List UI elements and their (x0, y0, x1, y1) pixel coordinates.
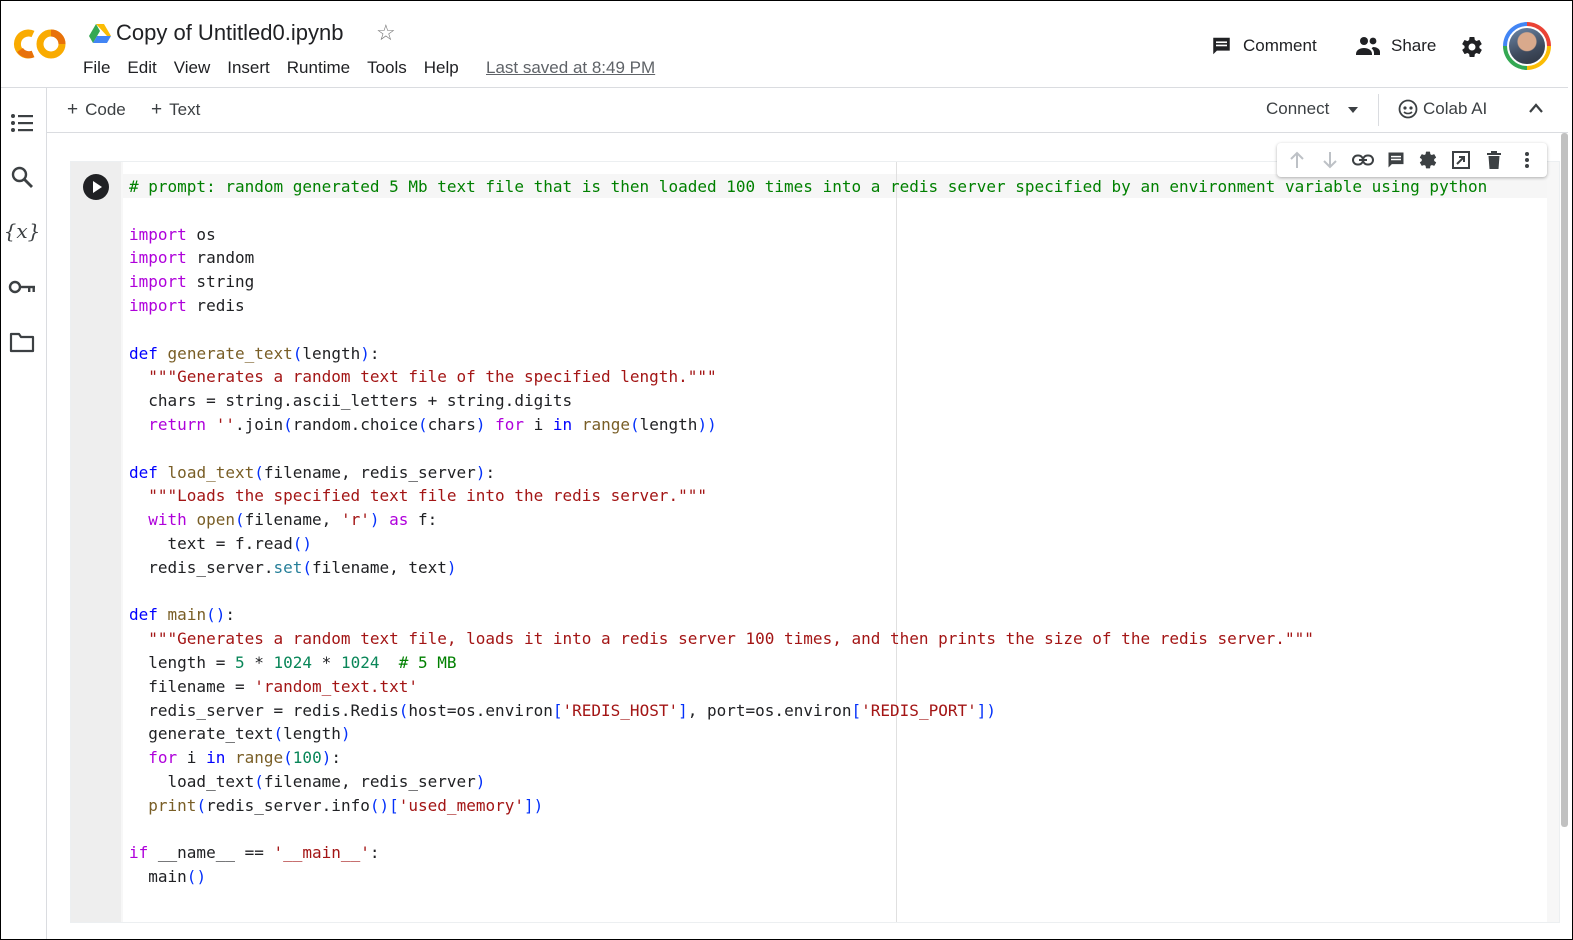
notebook-title[interactable]: Copy of Untitled0.ipynb (116, 20, 343, 46)
colab-ai-button[interactable]: Colab AI (1398, 99, 1487, 119)
collapse-chevron-up-icon[interactable] (1529, 103, 1543, 113)
add-code-cell-button[interactable]: + Code (67, 99, 126, 121)
people-icon (1356, 37, 1380, 55)
add-code-label: Code (85, 100, 126, 119)
move-cell-up-icon[interactable] (1284, 147, 1310, 173)
plus-icon: + (151, 99, 163, 120)
account-avatar[interactable] (1503, 22, 1551, 70)
add-text-label: Text (169, 100, 201, 119)
connect-label: Connect (1266, 99, 1330, 118)
menu-bar: File Edit View Insert Runtime Tools Help (83, 58, 476, 78)
menu-help[interactable]: Help (424, 58, 459, 78)
code-cell[interactable]: # prompt: random generated 5 Mb text fil… (70, 161, 1560, 923)
colab-logo-icon[interactable] (11, 25, 67, 63)
menu-file[interactable]: File (83, 58, 110, 78)
colab-window: Copy of Untitled0.ipynb ☆ File Edit View… (0, 0, 1573, 940)
cell-settings-gear-icon[interactable] (1415, 147, 1441, 173)
connect-dropdown-icon[interactable] (1347, 106, 1359, 114)
toolbar-divider (1378, 94, 1379, 126)
files-folder-icon[interactable] (8, 328, 36, 356)
mirror-cell-in-tab-icon[interactable] (1448, 147, 1474, 173)
share-label: Share (1391, 36, 1437, 55)
menu-edit[interactable]: Edit (127, 58, 156, 78)
google-drive-icon[interactable] (89, 23, 111, 43)
menu-view[interactable]: View (174, 58, 211, 78)
left-sidebar: {x} (1, 88, 47, 939)
secrets-key-icon[interactable] (8, 273, 36, 301)
connect-button[interactable]: Connect (1266, 99, 1329, 119)
cell-toolbar (1277, 143, 1547, 177)
move-cell-down-icon[interactable] (1317, 147, 1343, 173)
add-text-cell-button[interactable]: + Text (151, 99, 200, 121)
menu-tools[interactable]: Tools (367, 58, 407, 78)
menu-runtime[interactable]: Runtime (287, 58, 350, 78)
code-editor[interactable]: # prompt: random generated 5 Mb text fil… (123, 162, 1547, 922)
colab-ai-label: Colab AI (1423, 99, 1488, 118)
app-header: Copy of Untitled0.ipynb ☆ File Edit View… (1, 1, 1568, 88)
last-saved-link[interactable]: Last saved at 8:49 PM (486, 58, 655, 78)
table-of-contents-icon[interactable] (8, 109, 36, 137)
star-icon[interactable]: ☆ (376, 20, 396, 46)
share-button[interactable]: Share (1355, 35, 1436, 57)
variables-icon[interactable]: {x} (4, 217, 41, 245)
code-content[interactable]: # prompt: random generated 5 Mb text fil… (129, 175, 1487, 889)
more-options-kebab-icon[interactable] (1514, 147, 1540, 173)
delete-cell-trash-icon[interactable] (1481, 147, 1507, 173)
add-comment-icon[interactable] (1383, 147, 1409, 173)
comment-label: Comment (1243, 36, 1317, 55)
comment-icon (1213, 37, 1230, 55)
settings-gear-icon[interactable] (1460, 35, 1484, 59)
page-scrollbar[interactable] (1561, 133, 1568, 827)
run-cell-button[interactable] (83, 174, 109, 200)
colab-ai-icon (1398, 99, 1418, 119)
search-icon[interactable] (8, 163, 36, 191)
link-icon[interactable] (1350, 147, 1376, 173)
cell-gutter (71, 162, 121, 922)
comment-button[interactable]: Comment (1210, 35, 1317, 57)
menu-insert[interactable]: Insert (227, 58, 270, 78)
notebook-toolbar: + Code + Text Connect Colab AI (47, 88, 1568, 133)
plus-icon: + (67, 99, 79, 120)
